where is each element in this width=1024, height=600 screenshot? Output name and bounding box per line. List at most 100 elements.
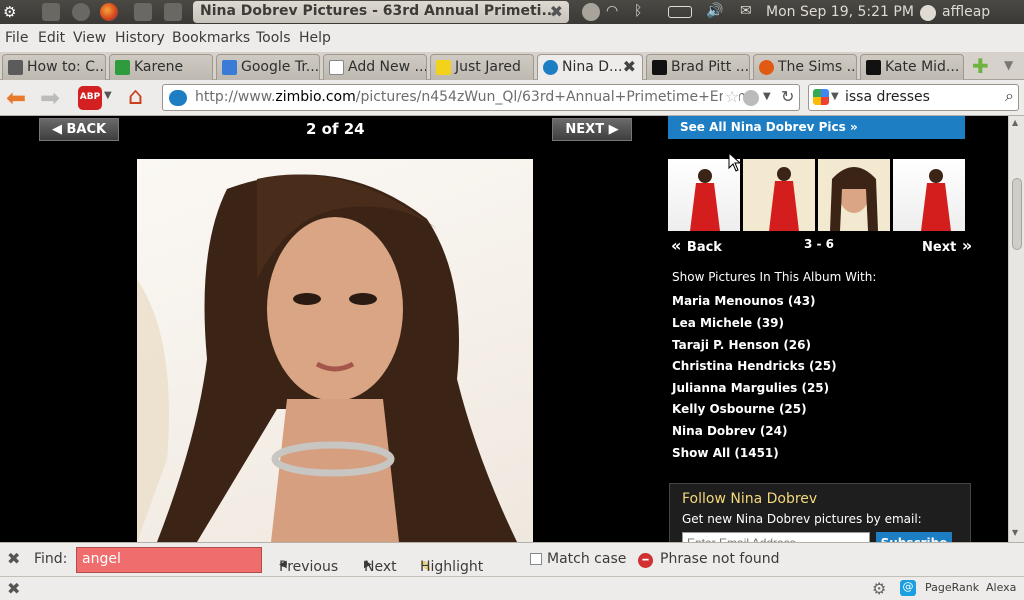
status-bar: ✖ ⚙ @ PageRank Alexa — [0, 576, 1024, 600]
album-link-nina-dobrev[interactable]: Nina Dobrev (24) — [672, 424, 788, 438]
site-identity-icon[interactable] — [169, 90, 187, 106]
tab-just-jared[interactable]: Just Jared — [430, 54, 534, 80]
scrollbar-thumb[interactable] — [1012, 178, 1022, 250]
bookmark-star-icon[interactable]: ☆ — [723, 87, 740, 106]
bluetooth-icon[interactable]: ᛒ — [634, 3, 652, 21]
ubuntu-logo-icon[interactable]: ⚙ — [3, 3, 21, 21]
tab-nina-dobrev[interactable]: Nina D... ✖ — [537, 54, 643, 81]
close-window-icon[interactable]: ✖ — [550, 2, 563, 21]
match-case-checkbox[interactable] — [530, 553, 542, 565]
album-link-taraji-henson[interactable]: Taraji P. Henson (26) — [672, 338, 811, 352]
menu-history[interactable]: History — [115, 30, 165, 46]
adblock-icon[interactable]: ABP — [78, 86, 102, 110]
search-bar[interactable]: ▼ issa dresses ⌕ — [808, 84, 1019, 111]
search-engine-dropdown-icon[interactable]: ▼ — [831, 91, 839, 102]
tab-kate-middleton[interactable]: Kate Mid... — [860, 54, 964, 80]
url-dropdown-icon[interactable]: ▼ — [763, 91, 771, 102]
subscribe-button[interactable]: Subscribe — [876, 532, 952, 542]
url-bar[interactable]: http://www.zimbio.com/pictures/n454zWun_… — [162, 84, 800, 111]
thumbnail-5[interactable] — [818, 159, 890, 231]
portrait-image — [137, 174, 517, 542]
zimbio-favicon-icon — [543, 60, 558, 75]
firefox-icon[interactable] — [100, 3, 118, 21]
main-photo[interactable] — [137, 159, 533, 542]
google-cache-icon[interactable] — [743, 90, 759, 106]
vertical-scrollbar[interactable]: ▲ ▼ — [1008, 116, 1024, 542]
tab-list-icon[interactable]: ▼ — [1004, 58, 1013, 72]
back-arrow-icon[interactable]: ⬅ — [6, 84, 26, 112]
menu-edit[interactable]: Edit — [38, 30, 65, 46]
page-favicon-icon — [8, 60, 23, 75]
thumbnail-image — [743, 159, 815, 231]
thumbnail-6[interactable] — [893, 159, 965, 231]
user-name[interactable]: affleap — [942, 4, 990, 20]
tab-brad-pitt[interactable]: Brad Pitt ... — [646, 54, 750, 80]
see-all-pics-link[interactable]: See All Nina Dobrev Pics » — [668, 116, 965, 139]
search-input[interactable]: issa dresses — [845, 89, 930, 105]
scroll-down-icon[interactable]: ▼ — [1012, 528, 1018, 537]
email-input[interactable] — [682, 532, 870, 542]
gallery-next-button[interactable]: NEXT ▶ — [552, 118, 632, 141]
album-link-christina-hendricks[interactable]: Christina Hendricks (25) — [672, 359, 837, 373]
tab-the-sims[interactable]: The Sims ... — [753, 54, 857, 80]
adblock-dropdown-icon[interactable]: ▼ — [104, 90, 112, 101]
mail-icon[interactable]: ✉ — [740, 3, 758, 21]
not-found-icon: ━ — [638, 553, 653, 568]
album-heading: Show Pictures In This Album With: — [672, 270, 877, 284]
follow-title: Follow Nina Dobrev — [682, 491, 818, 507]
next-triangle-icon: ▶ — [604, 122, 619, 137]
document-favicon-icon — [329, 60, 344, 75]
match-case-label[interactable]: Match case — [547, 551, 626, 567]
scroll-up-icon[interactable]: ▲ — [1012, 118, 1018, 127]
album-link-maria-menounos[interactable]: Maria Menounos (43) — [672, 294, 816, 308]
clock[interactable]: Mon Sep 19, 5:21 PM — [766, 4, 914, 20]
window-title[interactable]: Nina Dobrev Pictures - 63rd Annual Prime… — [193, 1, 569, 23]
album-link-kelly-osbourne[interactable]: Kelly Osbourne (25) — [672, 402, 807, 416]
menu-file[interactable]: File — [5, 30, 28, 46]
thumbnail-4[interactable] — [743, 159, 815, 231]
close-tab-icon[interactable]: ✖ — [623, 57, 636, 76]
album-link-lea-michele[interactable]: Lea Michele (39) — [672, 316, 784, 330]
album-link-show-all[interactable]: Show All (1451) — [672, 446, 779, 460]
battery-icon[interactable] — [668, 6, 692, 18]
tab-bar: How to: C... Karene Google Tr... Add New… — [0, 52, 1024, 81]
tab-add-new[interactable]: Add New ... — [323, 54, 427, 80]
reload-icon[interactable]: ↻ — [781, 87, 794, 106]
thumbnails-next-link[interactable]: Next » — [922, 236, 972, 255]
menu-help[interactable]: Help — [299, 30, 331, 46]
alexa-label[interactable]: Alexa — [986, 581, 1016, 594]
gallery-back-button[interactable]: ◀ BACK — [39, 118, 119, 141]
thumbnail-image — [818, 159, 890, 231]
menu-tools[interactable]: Tools — [256, 30, 291, 46]
volume-icon[interactable]: 🔊 — [706, 3, 724, 21]
at-sign-icon[interactable]: @ — [900, 580, 916, 596]
thumbnails-back-link[interactable]: « Back — [671, 236, 722, 255]
gear-icon[interactable]: ⚙ — [872, 579, 886, 598]
thumbnails-range: 3 - 6 — [804, 237, 835, 251]
search-icon[interactable]: ⌕ — [1005, 86, 1014, 106]
home-icon[interactable]: ⌂ — [128, 82, 143, 110]
pagerank-label[interactable]: PageRank — [925, 581, 979, 594]
tab-how-to[interactable]: How to: C... — [2, 54, 106, 80]
forward-arrow-icon[interactable]: ➡ — [40, 84, 60, 112]
find-input[interactable]: angel — [76, 547, 262, 573]
stop-icon[interactable] — [582, 3, 600, 21]
google-search-engine-icon[interactable] — [813, 89, 829, 105]
double-right-arrow-icon: » — [956, 236, 973, 255]
wifi-icon[interactable]: ◠ — [606, 3, 624, 21]
menu-bookmarks[interactable]: Bookmarks — [172, 30, 250, 46]
terminal-icon[interactable] — [134, 3, 152, 21]
new-tab-icon[interactable]: ✚ — [972, 54, 989, 78]
tab-karene[interactable]: Karene — [109, 54, 213, 80]
jj-favicon-icon — [436, 60, 451, 75]
album-link-julianna-margulies[interactable]: Julianna Margulies (25) — [672, 381, 829, 395]
menu-view[interactable]: View — [73, 30, 106, 46]
gothic-favicon-icon — [866, 60, 881, 75]
find-bar: ✖ Find: angel ◀ Previous ▶ Next ✎ Highlig… — [0, 542, 1024, 591]
close-find-bar-icon[interactable]: ✖ — [7, 549, 20, 568]
tab-google-translate[interactable]: Google Tr... — [216, 54, 320, 80]
settings-icon[interactable] — [164, 3, 182, 21]
text-editor-icon[interactable] — [42, 3, 60, 21]
disk-icon[interactable] — [72, 3, 90, 21]
close-addon-bar-icon[interactable]: ✖ — [7, 579, 20, 598]
